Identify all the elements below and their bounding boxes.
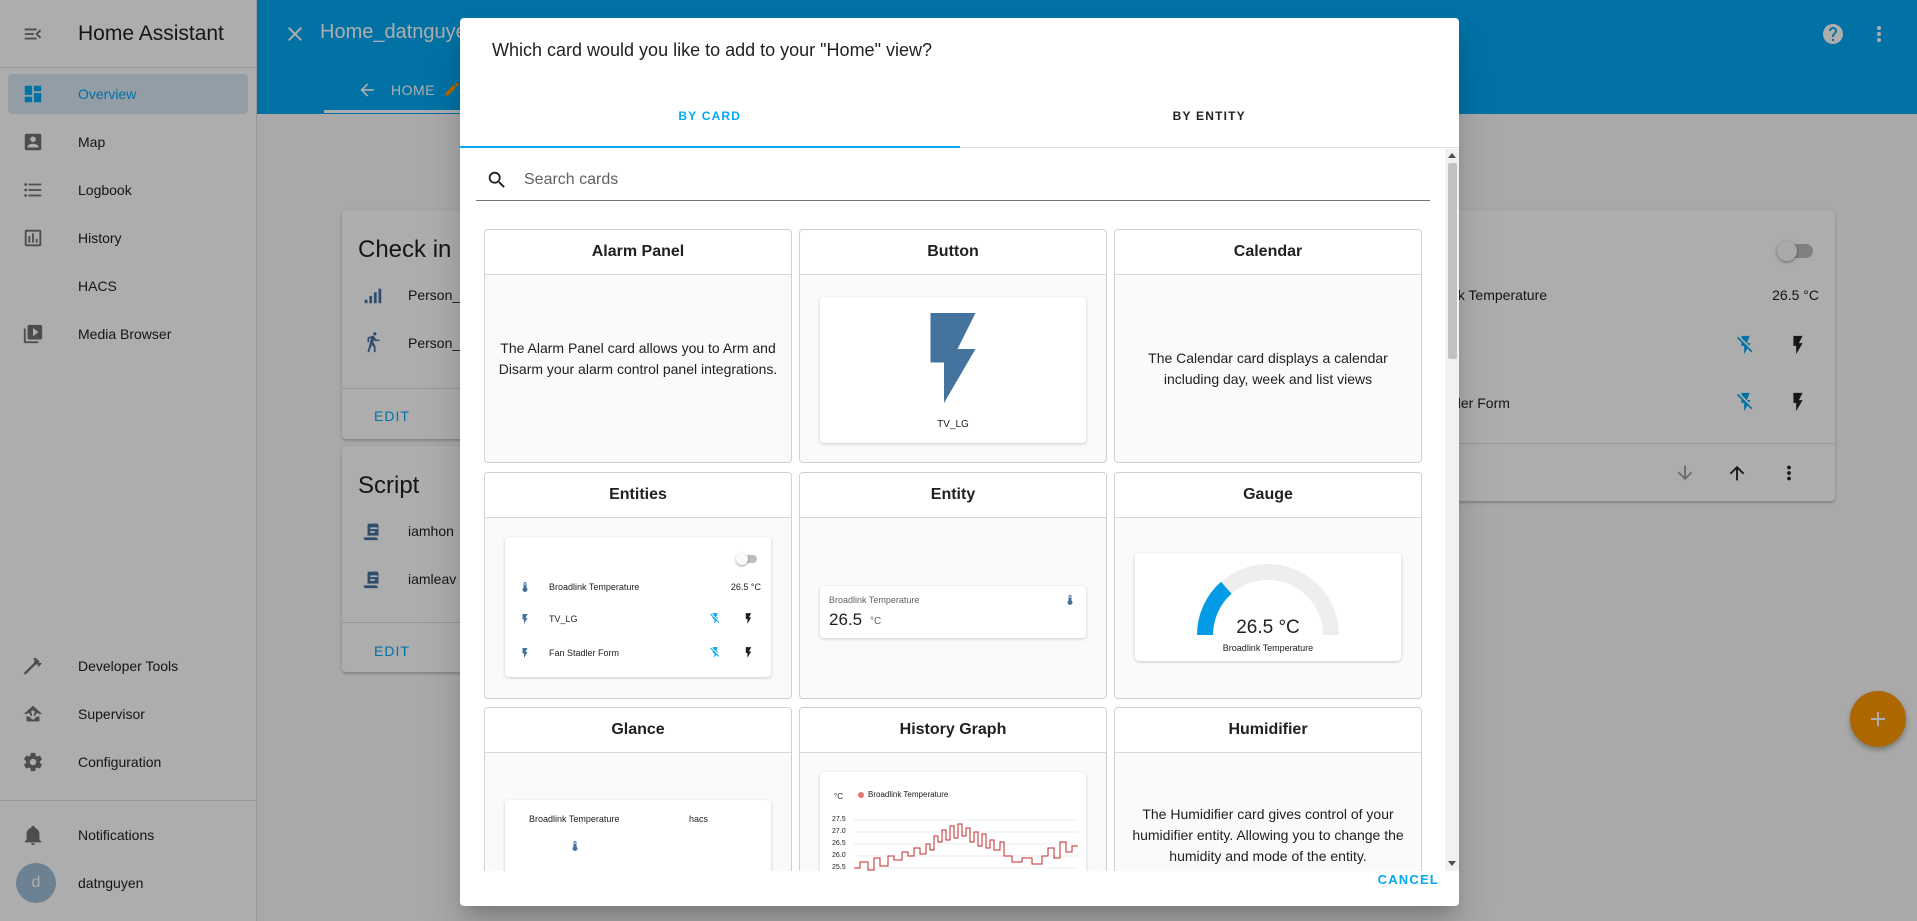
scrollbar-thumb[interactable] — [1448, 163, 1457, 359]
card-option-calendar[interactable]: Calendar The Calendar card displays a ca… — [1114, 229, 1422, 463]
y-tick: 26.5 — [832, 840, 846, 847]
card-option-history-graph[interactable]: History Graph °C Broadlink Temperature 2… — [799, 707, 1107, 871]
tab-by-card[interactable]: BY CARD — [460, 84, 960, 148]
search-icon — [488, 171, 505, 188]
card-option-title: Glance — [485, 708, 791, 753]
toggle-switch — [736, 553, 757, 565]
tab-by-entity[interactable]: BY ENTITY — [960, 84, 1460, 147]
thermometer-icon — [1067, 595, 1073, 605]
entity-name: Fan Stadler Form — [549, 648, 620, 658]
thermometer-icon — [522, 582, 528, 592]
card-option-button[interactable]: Button TV_LG — [799, 229, 1107, 463]
card-option-title: Alarm Panel — [485, 230, 791, 275]
card-option-title: History Graph — [800, 708, 1106, 753]
dialog-content: Alarm Panel The Alarm Panel card allows … — [460, 149, 1459, 871]
card-option-title: Entities — [485, 473, 791, 518]
legend-label: Broadlink Temperature — [868, 790, 949, 799]
flash-off-icon — [710, 613, 720, 624]
card-option-description: The Calendar card displays a calendar in… — [1148, 350, 1388, 387]
card-option-title: Humidifier — [1115, 708, 1421, 753]
card-picker-dialog: Which card would you like to add to your… — [460, 18, 1459, 906]
card-option-title: Entity — [800, 473, 1106, 518]
card-option-title: Gauge — [1115, 473, 1421, 518]
entity-unit: °C — [870, 616, 882, 627]
history-graph-preview: °C Broadlink Temperature 27.5 27.0 26.5 … — [820, 772, 1086, 871]
entity-name: Broadlink Temperature — [829, 595, 920, 605]
button-card-preview: TV_LG — [820, 297, 1086, 443]
entity-name: Broadlink Temperature — [549, 582, 640, 592]
y-tick: 25.5 — [832, 864, 846, 871]
card-option-description: The Humidifier card gives control of you… — [1132, 806, 1404, 864]
dialog-tabs: BY CARD BY ENTITY — [460, 84, 1459, 148]
entity-card-preview: Broadlink Temperature 26.5 °C — [820, 586, 1086, 638]
glance-card-preview: Broadlink Temperature hacs — [505, 800, 771, 871]
flash-off-icon — [710, 647, 720, 658]
y-tick: 27.5 — [832, 816, 846, 823]
dialog-actions: CANCEL — [460, 871, 1459, 906]
card-option-description: The Alarm Panel card allows you to Arm a… — [498, 340, 778, 377]
cancel-button[interactable]: CANCEL — [1378, 872, 1439, 887]
history-line — [854, 819, 1078, 871]
flash-icon — [745, 613, 752, 624]
flash-icon — [930, 313, 976, 403]
card-option-title: Button — [800, 230, 1106, 275]
card-option-entities[interactable]: Entities Broadlink Temperature 26.5 °C T… — [484, 472, 792, 699]
card-option-humidifier[interactable]: Humidifier The Humidifier card gives con… — [1114, 707, 1422, 871]
scroll-up-arrow[interactable] — [1448, 153, 1456, 158]
search-field[interactable] — [476, 159, 1430, 201]
scrollbar[interactable] — [1445, 149, 1459, 871]
gauge-value: 26.5 °C — [1236, 617, 1300, 638]
card-option-entity[interactable]: Entity Broadlink Temperature 26.5 °C — [799, 472, 1107, 699]
scroll-down-arrow[interactable] — [1448, 861, 1456, 866]
card-option-gauge[interactable]: Gauge 26.5 °C Broadlink Temperature — [1114, 472, 1422, 699]
flash-icon — [522, 614, 528, 624]
entity-value: 26.5 °C — [730, 582, 761, 592]
entities-card-preview: Broadlink Temperature 26.5 °C TV_LG Fan … — [505, 537, 771, 677]
y-tick: 26.0 — [832, 852, 846, 859]
entity-name: TV_LG — [549, 614, 578, 624]
card-option-glance[interactable]: Glance Broadlink Temperature hacs — [484, 707, 792, 871]
gauge-label: Broadlink Temperature — [1222, 643, 1314, 653]
y-tick: 27.0 — [832, 828, 846, 835]
thermometer-icon — [572, 841, 578, 851]
y-axis-unit: °C — [834, 792, 843, 801]
dialog-title: Which card would you like to add to your… — [492, 40, 932, 60]
entity-value: 26.5 — [829, 610, 863, 629]
glance-item-name: Broadlink Temperature — [529, 814, 620, 824]
search-input[interactable] — [524, 170, 1324, 189]
flash-icon — [522, 648, 528, 658]
legend-marker — [858, 792, 864, 798]
entity-name: TV_LG — [937, 419, 969, 430]
card-option-alarm-panel[interactable]: Alarm Panel The Alarm Panel card allows … — [484, 229, 792, 463]
gauge-card-preview: 26.5 °C Broadlink Temperature — [1135, 553, 1401, 661]
card-option-title: Calendar — [1115, 230, 1421, 275]
flash-icon — [745, 647, 752, 658]
glance-item-name: hacs — [689, 814, 709, 824]
